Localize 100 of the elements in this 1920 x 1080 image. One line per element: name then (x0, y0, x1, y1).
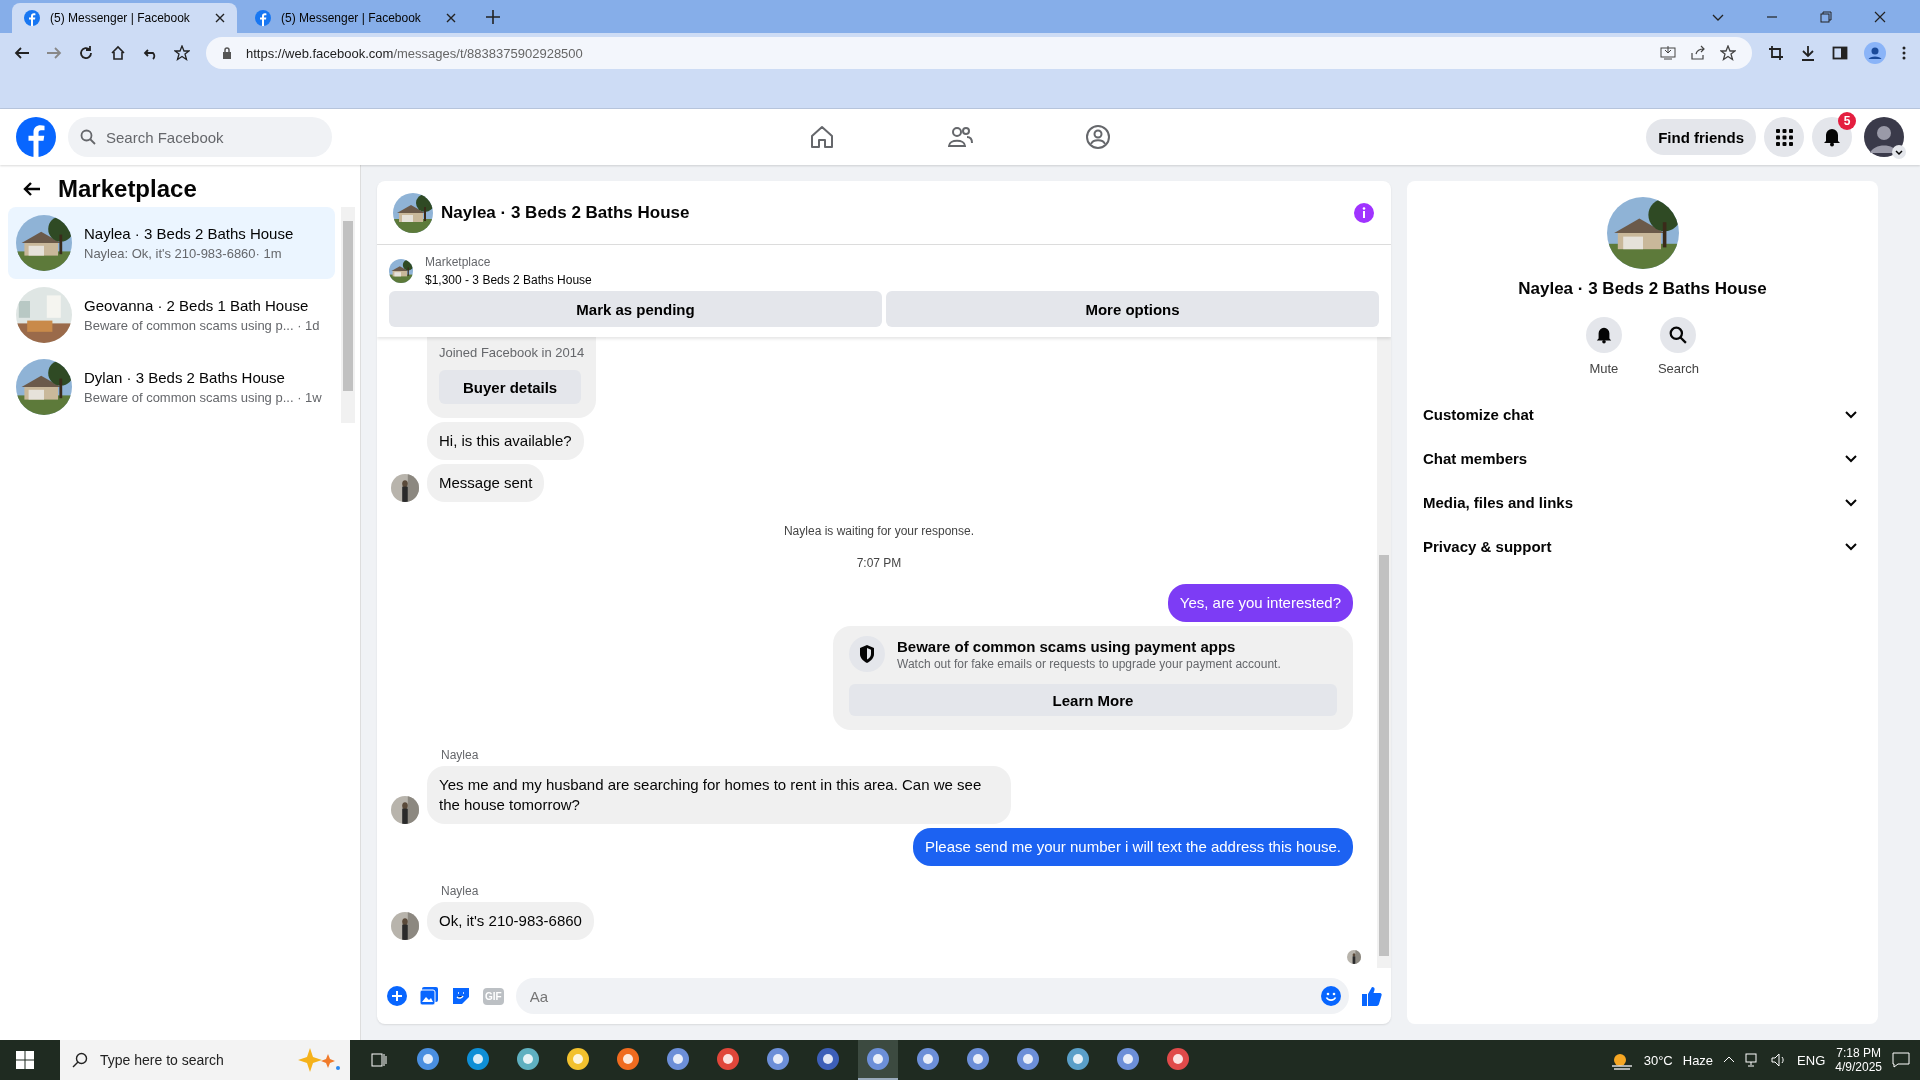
section-header[interactable]: Customize chat (1423, 392, 1862, 436)
avatar-icon[interactable] (1864, 117, 1904, 157)
temperature: 30°C (1643, 1052, 1673, 1068)
side-panel-icon[interactable] (1832, 45, 1848, 61)
chat-list-item[interactable]: Naylea · 3 Beds 2 Baths House Naylea: Ok, it's 210-983-6860· 1m (8, 207, 335, 279)
address-bar[interactable]: https://web.facebook.com/messages/t/8838375902928500 (206, 37, 1752, 69)
plus-icon[interactable] (387, 986, 407, 1006)
buyer-details-button[interactable]: Buyer details (439, 370, 582, 404)
new-tab-icon[interactable] (486, 9, 500, 24)
search-icon (80, 129, 96, 145)
app-icon[interactable] (416, 1047, 440, 1071)
chat-name: Naylea · 3 Beds 2 Baths House (84, 225, 294, 242)
download-icon[interactable] (1800, 45, 1816, 61)
app-icon[interactable] (866, 1047, 890, 1071)
browser-tab[interactable]: (5) Messenger | Facebook (12, 3, 237, 33)
forward-icon[interactable] (46, 45, 62, 61)
learn-more-button[interactable]: Learn More (849, 684, 1337, 716)
language-indicator[interactable]: ENG (1797, 1052, 1826, 1068)
message-bubble: Yes, are you interested? (1167, 584, 1353, 622)
profile-icon[interactable] (1864, 42, 1886, 64)
app-icon[interactable] (1116, 1047, 1140, 1071)
warning-title: Beware of common scams using payment apps (897, 637, 1237, 655)
task-view-icon[interactable] (370, 1051, 388, 1069)
scrollbar[interactable] (1377, 337, 1391, 968)
app-icon[interactable] (516, 1047, 540, 1071)
close-icon[interactable] (1874, 10, 1886, 23)
app-icon[interactable] (716, 1047, 740, 1071)
section-header[interactable]: Privacy & support (1423, 524, 1862, 568)
more-icon[interactable] (1902, 46, 1906, 60)
close-icon[interactable] (215, 13, 225, 23)
scrollbar[interactable] (341, 207, 355, 423)
info-icon[interactable] (1353, 201, 1375, 224)
search-button[interactable] (1660, 317, 1697, 353)
app-icon[interactable] (966, 1047, 990, 1071)
people-icon (947, 124, 973, 150)
bell-icon (1822, 127, 1842, 147)
thumbs-up-icon[interactable] (1361, 985, 1383, 1007)
chat-name: Dylan · 3 Beds 2 Baths House (84, 369, 286, 386)
mute-button[interactable] (1585, 317, 1622, 353)
lock-icon (222, 47, 232, 59)
sender-name: Naylea (441, 748, 480, 762)
app-icon[interactable] (466, 1047, 490, 1071)
scrollbar-thumb[interactable] (1379, 555, 1389, 956)
url-text: https://web.facebook.com/messages/t/8838375902928500 (246, 45, 583, 61)
taskbar-search-box[interactable]: Type here to search (60, 1040, 350, 1080)
app-icon[interactable] (1166, 1047, 1190, 1071)
group-icon (1085, 124, 1111, 150)
star-icon[interactable] (174, 45, 190, 61)
conversation-name: Naylea · 3 Beds 2 Baths House (1518, 279, 1767, 299)
search-box[interactable]: Search Facebook (68, 117, 332, 157)
chat-list-item[interactable]: Geovanna · 2 Beds 1 Bath House Beware of common scams using p... · 1d (8, 279, 335, 351)
share-icon[interactable] (1690, 45, 1706, 61)
message-bubble: Hi, is this available? (427, 422, 584, 460)
app-icon[interactable] (916, 1047, 940, 1071)
chat-list-item[interactable]: Dylan · 3 Beds 2 Baths House Beware of common scams using p... · 1w (8, 351, 335, 423)
sticker-icon[interactable] (451, 986, 471, 1006)
sender-name: Naylea (441, 884, 480, 898)
clock[interactable]: 7:18 PM 4/9/2025 (1835, 1046, 1882, 1074)
weather-text: Haze (1682, 1052, 1714, 1068)
app-icon[interactable] (1016, 1047, 1040, 1071)
listing-action-button[interactable]: More options (886, 291, 1379, 327)
app-icon[interactable] (1066, 1047, 1090, 1071)
image-icon[interactable] (419, 986, 439, 1006)
facebook-logo-icon[interactable] (16, 117, 56, 157)
chat-preview: Beware of common scams using p... · 1d (84, 318, 320, 333)
back-icon[interactable] (14, 45, 30, 61)
chat-preview: Naylea: Ok, it's 210-983-6860· 1m (84, 246, 283, 261)
section-header[interactable]: Media, files and links (1423, 480, 1862, 524)
reload-icon[interactable] (78, 45, 94, 61)
search-icon (72, 1052, 88, 1068)
notification-icon[interactable] (1892, 1052, 1910, 1068)
message-bubble: Ok, it's 210-983-6860 (427, 902, 594, 940)
app-icon[interactable] (766, 1047, 790, 1071)
close-icon[interactable] (446, 13, 456, 23)
message-bubble: Message sent (427, 464, 545, 502)
crop-icon[interactable] (1768, 45, 1784, 61)
home-icon[interactable] (110, 45, 126, 61)
star-icon[interactable] (1720, 45, 1736, 61)
app-icon[interactable] (616, 1047, 640, 1071)
install-icon[interactable] (1660, 45, 1676, 61)
app-icon[interactable] (816, 1047, 840, 1071)
app-icon[interactable] (666, 1047, 690, 1071)
notifications-button[interactable] (1812, 117, 1852, 157)
emoji-icon[interactable] (1321, 986, 1341, 1006)
section-header[interactable]: Chat members (1423, 436, 1862, 480)
app-icon[interactable] (566, 1047, 590, 1071)
windows-icon[interactable] (16, 1051, 34, 1069)
taskbar-search-field[interactable]: Type here to search (98, 1039, 280, 1080)
browser-tab[interactable]: (5) Messenger | Facebook (243, 3, 468, 33)
facebook-icon (24, 10, 40, 26)
restore-icon[interactable] (1820, 10, 1832, 23)
shield-icon (849, 636, 885, 672)
scrollbar-thumb[interactable] (343, 221, 353, 391)
profile-subtitle: Joined Facebook in 2014 (439, 345, 585, 360)
chevron-down-icon[interactable] (1892, 145, 1906, 159)
menu-button[interactable] (1764, 117, 1804, 157)
find-friends-button[interactable]: Find friends (1646, 119, 1756, 155)
home-icon (809, 124, 835, 150)
listing-action-button[interactable]: Mark as pending (389, 291, 882, 327)
search-field[interactable]: Search Facebook (104, 116, 320, 158)
